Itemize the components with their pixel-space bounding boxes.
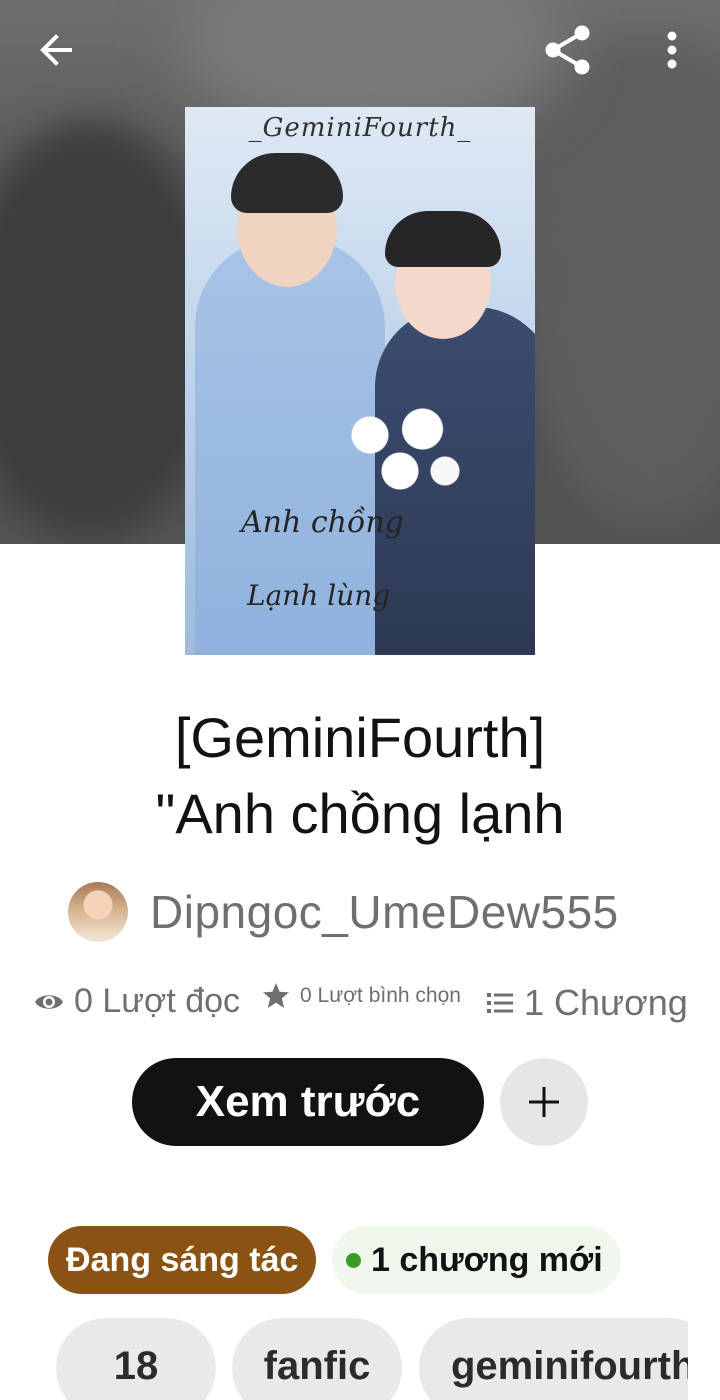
avatar[interactable] (68, 882, 128, 942)
plus-icon (529, 1087, 559, 1117)
share-icon (545, 25, 590, 75)
more-vertical-icon (667, 31, 677, 69)
reads-count: 0 Lượt đọc (74, 982, 241, 1020)
votes-stat: 0 Lượt bình chọn (262, 982, 461, 1009)
story-title-line2: "Anh chồng lạnh (155, 782, 565, 845)
more-options-button[interactable] (648, 20, 696, 80)
back-button[interactable] (26, 22, 86, 78)
new-parts-badge: 1 chương mới (332, 1226, 621, 1294)
tag-chip[interactable]: fanfic (232, 1318, 402, 1400)
arrow-left-icon (40, 34, 72, 66)
flower-bouquet (325, 387, 475, 507)
status-badge-label: Đang sáng tác (66, 1240, 299, 1279)
tag-chip[interactable]: 18 (56, 1318, 216, 1400)
author-link[interactable]: Dipngoc_UmeDew555 (68, 880, 619, 944)
cover-title: _GeminiFourth_ (248, 113, 472, 143)
list-icon (486, 991, 514, 1015)
preview-button[interactable]: Xem trước (132, 1058, 484, 1146)
cover-subtitle-line1: Anh chồng (241, 505, 404, 540)
parts-count[interactable]: 1 Chương (524, 982, 688, 1024)
story-title: [GeminiFourth] "Anh chồng lạnh (40, 700, 680, 852)
story-title-line1: [GeminiFourth] (174, 706, 546, 769)
new-parts-label: 1 chương mới (371, 1240, 603, 1279)
parts-stat[interactable]: 1 Chương (486, 982, 688, 1024)
tag-chip[interactable]: geminifourth (419, 1318, 688, 1400)
story-cover[interactable]: _GeminiFourth_ Anh chồng Lạnh lùng (185, 107, 535, 655)
eye-icon (34, 991, 64, 1013)
status-badge: Đang sáng tác (48, 1226, 317, 1294)
story-stats: 0 Lượt đọc 0 Lượt bình chọn 1 Chương (0, 968, 720, 1038)
reads-stat: 0 Lượt đọc (34, 982, 240, 1021)
author-name[interactable]: Dipngoc_UmeDew555 (150, 885, 619, 939)
new-dot-icon (346, 1252, 361, 1268)
star-icon (262, 982, 290, 1009)
votes-count: 0 Lượt bình chọn (300, 983, 461, 1007)
tag-list: 18 fanfic geminifourth (0, 1318, 688, 1400)
share-button[interactable] (538, 20, 598, 80)
preview-button-label: Xem trước (195, 1077, 421, 1126)
add-to-library-button[interactable] (500, 1058, 588, 1146)
cover-subtitle-line2: Lạnh lùng (247, 579, 391, 612)
